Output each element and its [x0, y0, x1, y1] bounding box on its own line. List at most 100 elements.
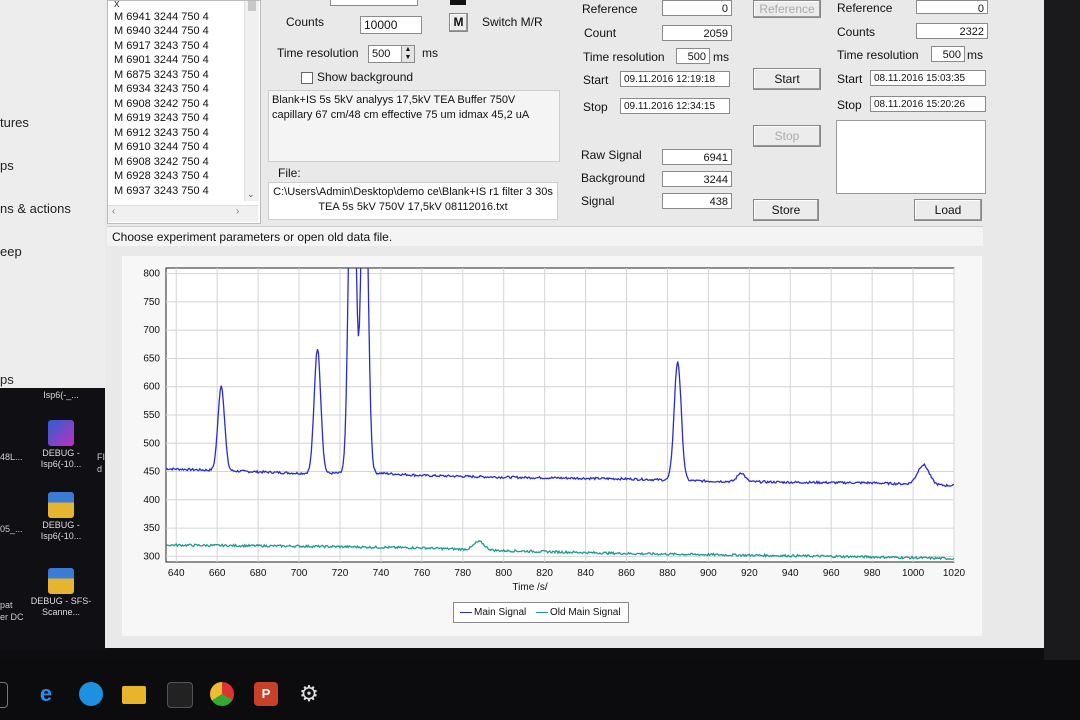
x-tick-label: 980 [864, 568, 881, 579]
y-tick-label: 450 [143, 467, 160, 478]
list-item[interactable]: M 6908 3242 750 4 [114, 98, 209, 110]
start-button[interactable]: Start [753, 68, 821, 90]
time-resolution-label: Time resolution [583, 50, 665, 64]
x-tick-label: 720 [332, 568, 349, 579]
bg-menu-item[interactable]: eep [0, 244, 22, 259]
windows-icon[interactable] [0, 682, 8, 708]
list-item[interactable]: M 6919 3243 750 4 [114, 112, 209, 124]
stop-button[interactable]: Stop [753, 125, 821, 147]
x-tick-label: 920 [741, 568, 758, 579]
scroll-thumb[interactable] [248, 1, 256, 11]
edge-icon[interactable]: e [34, 682, 58, 706]
x-tick-label: 1000 [902, 568, 925, 579]
list-vertical-scrollbar[interactable]: ⌄ [244, 1, 259, 201]
app-icon[interactable] [167, 682, 193, 708]
count-label: Count [584, 26, 617, 40]
desktop-partial-label: 48L... [0, 452, 23, 462]
file-explorer-icon[interactable] [122, 686, 146, 704]
x-tick-label: 680 [250, 568, 267, 579]
scroll-down-icon[interactable]: ⌄ [247, 189, 255, 200]
list-item[interactable]: M 6908 3242 750 4 [114, 156, 209, 168]
x-tick-label: 800 [495, 568, 512, 579]
desktop-icon[interactable]: DEBUG - Isp6(-10... [26, 492, 96, 542]
bg-menu-item[interactable]: ps [0, 158, 14, 173]
stop-label: Stop [583, 100, 608, 114]
counts-label: Counts [286, 15, 325, 29]
show-background-checkbox[interactable] [301, 72, 313, 84]
list-item[interactable]: M 6937 3243 750 4 [114, 185, 209, 197]
chart-legend: Main Signal Old Main Signal [453, 602, 629, 623]
list-close-icon[interactable]: x [114, 0, 120, 10]
old-stop-time-value: 08.11.2016 15:20:26 [870, 96, 986, 112]
list-item[interactable]: M 6912 3243 750 4 [114, 127, 209, 139]
time-resolution-label: Time resolution [277, 46, 359, 60]
raw-signal-label: Raw Signal [581, 148, 642, 162]
list-item[interactable]: M 6901 3244 750 4 [114, 54, 209, 66]
raw-signal-value: 6941 [662, 149, 732, 165]
bg-menu-item[interactable]: ps [0, 372, 14, 387]
store-button[interactable]: Store [753, 199, 819, 221]
scroll-right-icon[interactable]: › [236, 206, 239, 217]
settings-icon[interactable]: ⚙ [297, 682, 321, 706]
time-resolution-input[interactable]: 500 ▲ ▼ [368, 45, 415, 63]
scroll-left-icon[interactable]: ‹ [112, 206, 115, 217]
bg-menu-item[interactable]: ns & actions [0, 201, 71, 216]
top-button[interactable] [450, 0, 466, 5]
spinner-icon[interactable]: ▲ ▼ [401, 46, 414, 62]
desktop-icon-label: DEBUG - Isp6(-10... [40, 448, 82, 469]
old-counts-value: 2322 [916, 23, 988, 39]
load-button[interactable]: Load [914, 199, 982, 221]
list-item[interactable]: M 6875 3243 750 4 [114, 69, 209, 81]
counts-input[interactable]: 10000 [360, 16, 422, 34]
x-tick-label: 780 [454, 568, 471, 579]
chrome-icon[interactable] [210, 682, 234, 706]
desktop-partial-label: d [97, 464, 103, 474]
m-button[interactable]: M [449, 13, 468, 32]
time-resolution-unit: ms [422, 46, 438, 60]
y-tick-label: 700 [143, 325, 160, 336]
desktop: Isp6(-_... DEBUG - Isp6(-10... DEBUG - I… [0, 388, 108, 650]
main-signal-legend-swatch [460, 612, 472, 613]
bg-menu-item[interactable]: tures [0, 115, 29, 130]
signal-chart: 640 660 680 700 720 740 760 780 800 820 840 860 880 9… [143, 267, 966, 593]
x-tick-label: 860 [618, 568, 635, 579]
desktop-partial-label: er DC [0, 612, 24, 622]
old-main-signal-legend-label: Old Main Signal [550, 607, 621, 618]
file-path-field[interactable]: C:\Users\Admin\Desktop\demo ce\Blank+IS … [268, 182, 558, 220]
x-tick-label: 700 [291, 568, 308, 579]
folder-z-icon [48, 568, 74, 594]
top-field[interactable] [330, 0, 418, 6]
show-background-label: Show background [317, 70, 414, 84]
y-tick-label: 400 [143, 495, 160, 506]
old-reference-value: 0 [916, 0, 988, 15]
desktop-icon[interactable]: DEBUG - Isp6(-10... [26, 420, 96, 470]
data-list[interactable]: x M 6941 3244 750 4 M 6940 3244 750 4 M … [107, 0, 261, 224]
list-item[interactable]: M 6934 3243 750 4 [114, 83, 209, 95]
reference-label: Reference [582, 2, 638, 16]
signal-value: 438 [662, 193, 732, 209]
x-tick-label: 740 [373, 568, 390, 579]
x-tick-label: 760 [414, 568, 431, 579]
x-tick-label: 820 [536, 568, 553, 579]
list-item[interactable]: M 6941 3244 750 4 [114, 11, 209, 23]
desktop-icon[interactable]: Isp6(-_... [26, 388, 96, 401]
list-item[interactable]: M 6910 3244 750 4 [114, 141, 209, 153]
desktop-icon[interactable]: DEBUG - SFS-Scanne... [26, 568, 96, 618]
reference-value: 0 [662, 0, 732, 16]
folder-z-icon [48, 492, 74, 518]
description-text[interactable]: Blank+IS 5s 5kV analyys 17,5kV TEA Buffe… [268, 90, 560, 162]
list-horizontal-scrollbar[interactable]: ‹ › [108, 205, 258, 222]
background-label: Background [581, 171, 646, 185]
file-label: File: [278, 166, 301, 180]
list-item[interactable]: M 6917 3243 750 4 [114, 40, 209, 52]
list-item[interactable]: M 6940 3244 750 4 [114, 25, 209, 37]
reference-button[interactable]: Reference [753, 0, 821, 18]
skype-icon[interactable] [79, 682, 103, 706]
old-counts-label: Counts [837, 25, 876, 39]
list-item[interactable]: M 6928 3243 750 4 [114, 170, 209, 182]
x-tick-label: 660 [209, 568, 226, 579]
old-notes-box[interactable] [836, 120, 986, 194]
powerpoint-icon[interactable]: P [254, 682, 278, 706]
debug-app-icon [48, 420, 74, 446]
y-tick-label: 300 [143, 551, 160, 562]
